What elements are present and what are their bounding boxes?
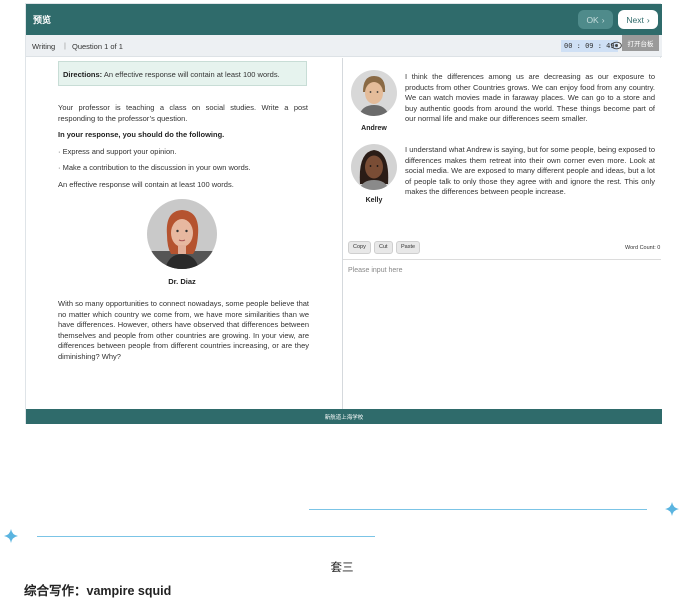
professor-question: With so many opportunities to connect no… — [58, 299, 309, 361]
sparkle-icon — [665, 502, 679, 516]
instruction-text: In your response, you should do the foll… — [58, 130, 225, 139]
separator: | — [64, 41, 66, 50]
toefl-writing-preview-window: 预览 OK › Next › Writing | Question 1 of 1… — [25, 3, 662, 424]
ok-label: OK — [586, 14, 599, 25]
question-counter: Question 1 of 1 — [72, 42, 123, 51]
question-info-bar: Writing | Question 1 of 1 00 : 09 : 49 打… — [26, 35, 662, 57]
kelly-avatar — [351, 144, 397, 190]
bullet-item: · Make a contribution to the discussion … — [58, 163, 251, 172]
student-name: Andrew — [361, 125, 387, 132]
next-button[interactable]: Next › — [618, 10, 658, 29]
sparkle-icon — [4, 529, 18, 543]
copy-button[interactable]: Copy — [348, 241, 371, 254]
question-panel: Directions: An effective response will c… — [26, 58, 342, 410]
prompt-text: Your professor is teaching a class on so… — [58, 103, 308, 123]
essay-title: 综合写作：vampire squid — [24, 584, 172, 598]
chevron-right-icon: › — [601, 14, 605, 25]
timer: 00 : 09 : 49 — [561, 40, 618, 52]
professor-avatar — [147, 199, 217, 269]
paste-button[interactable]: Paste — [396, 241, 421, 254]
directions-box: Directions: An effective response will c… — [58, 61, 307, 86]
student-post: I think the differences among us are dec… — [405, 72, 655, 123]
student-post: I understand what Andrew is saying, but … — [405, 145, 655, 196]
editor-placeholder: Please input here — [348, 267, 403, 274]
ok-button[interactable]: OK › — [578, 10, 613, 29]
word-requirement-text: An effective response will contain at le… — [58, 180, 234, 189]
cut-button[interactable]: Cut — [374, 241, 393, 254]
directions-label: Directions: — [63, 70, 103, 79]
response-editor[interactable]: Please input here — [343, 259, 661, 410]
bullet-item: · Express and support your opinion. — [58, 147, 177, 156]
footer-bar: 新航道上海学校 — [26, 409, 662, 424]
student-name: Kelly — [365, 197, 383, 204]
section-label: Writing — [32, 42, 56, 51]
decorative-line — [309, 509, 647, 510]
window-title: 预览 — [33, 15, 52, 25]
directions-text: An effective response will contain at le… — [102, 70, 280, 79]
andrew-avatar — [351, 70, 397, 116]
discussion-panel: Andrew I think the differences among us … — [343, 58, 661, 410]
set-label: 套三 — [330, 562, 354, 574]
chevron-right-icon: › — [646, 14, 650, 25]
top-bar: 预览 OK › Next › — [26, 4, 662, 35]
word-count: Word Count: 0 — [625, 245, 661, 251]
next-label: Next — [626, 14, 644, 25]
eye-icon[interactable] — [611, 41, 622, 50]
open-panel-button[interactable]: 打开台板 — [622, 35, 659, 51]
decorative-line — [37, 536, 375, 537]
professor-name: Dr. Diaz — [168, 277, 196, 286]
